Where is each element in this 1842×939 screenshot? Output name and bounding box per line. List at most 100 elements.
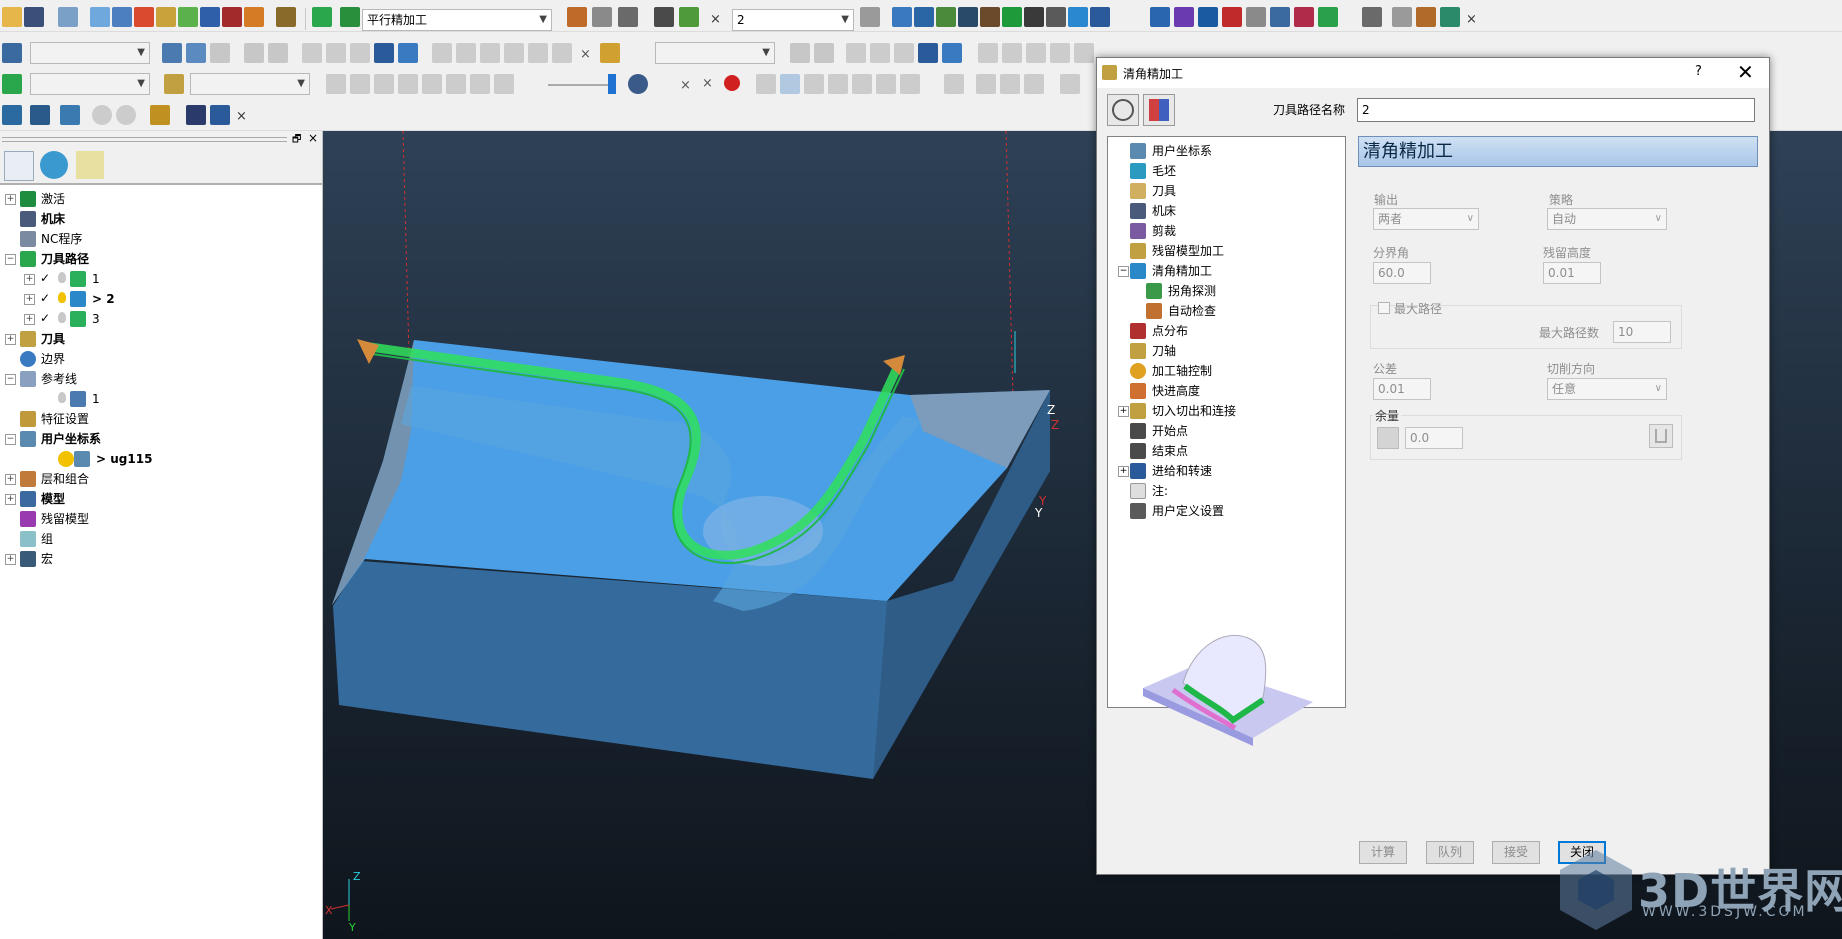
shade3-icon[interactable] xyxy=(804,74,824,94)
tool1-icon[interactable] xyxy=(978,43,998,63)
stack-icon[interactable] xyxy=(30,105,50,125)
allowance-input[interactable]: 0.0 xyxy=(1405,427,1463,449)
accept-button[interactable]: 接受 xyxy=(1492,841,1540,864)
view-top-icon[interactable] xyxy=(914,7,934,27)
fit-icon[interactable] xyxy=(1002,7,1022,27)
stock-model-icon[interactable] xyxy=(1294,7,1314,27)
strategy-selector-icon[interactable] xyxy=(340,7,360,27)
expand-icon[interactable]: + xyxy=(24,314,35,325)
pattern-combo[interactable]: ▼ xyxy=(655,42,775,64)
camera-icon[interactable] xyxy=(1060,74,1080,94)
tool1-icon[interactable] xyxy=(432,43,452,63)
tools-icon[interactable] xyxy=(552,43,572,63)
toolpath-icon[interactable] xyxy=(2,74,22,94)
undo-icon[interactable] xyxy=(1050,43,1070,63)
open-icon[interactable] xyxy=(2,7,22,27)
shade5-icon[interactable] xyxy=(852,74,872,94)
expand-icon[interactable]: + xyxy=(5,494,16,505)
bulb-icon[interactable] xyxy=(58,292,66,303)
pause-icon[interactable] xyxy=(350,74,370,94)
cancel-icon[interactable] xyxy=(116,105,136,125)
go-start-icon[interactable] xyxy=(470,74,490,94)
collapse-icon[interactable]: − xyxy=(5,374,16,385)
shape-icon[interactable] xyxy=(846,43,866,63)
tool-select-icon[interactable] xyxy=(164,74,184,94)
check-icon[interactable]: ✓ xyxy=(40,312,53,325)
view-side-icon[interactable] xyxy=(958,7,978,27)
dialog-titlebar[interactable]: 清角精加工 ? ✕ xyxy=(1097,58,1769,88)
probe-icon[interactable] xyxy=(1392,7,1412,27)
editor-icon[interactable] xyxy=(654,7,674,27)
start-point-icon[interactable] xyxy=(178,7,198,27)
shade4-icon[interactable] xyxy=(828,74,848,94)
redo-icon[interactable] xyxy=(528,43,548,63)
record-icon[interactable] xyxy=(724,75,740,91)
edit-icon[interactable] xyxy=(942,43,962,63)
shape2-icon[interactable] xyxy=(326,43,346,63)
toolpath-combo-2[interactable]: ▼ xyxy=(30,73,150,95)
crop-icon[interactable] xyxy=(918,43,938,63)
shade2-icon[interactable] xyxy=(780,74,800,94)
points-icon[interactable] xyxy=(1222,7,1242,27)
model-icon[interactable] xyxy=(58,7,78,27)
undo-icon[interactable] xyxy=(504,43,524,63)
close-button[interactable]: ✕ xyxy=(1737,60,1754,84)
shape2-icon[interactable] xyxy=(870,43,890,63)
tools-icon[interactable] xyxy=(1090,7,1110,27)
shade1-icon[interactable] xyxy=(756,74,776,94)
redo-icon[interactable] xyxy=(1074,43,1094,63)
fast-forward-icon[interactable] xyxy=(446,74,466,94)
block-icon[interactable] xyxy=(90,7,110,27)
expand-icon[interactable]: + xyxy=(5,554,16,565)
save-icon[interactable] xyxy=(24,7,44,27)
collapse-icon[interactable]: − xyxy=(5,254,16,265)
boundary-icon[interactable] xyxy=(2,43,22,63)
plane-icon[interactable] xyxy=(60,105,80,125)
speed-slider-thumb[interactable] xyxy=(608,74,616,94)
cusp-height-input[interactable]: 0.01 xyxy=(1543,262,1601,284)
crop-icon[interactable] xyxy=(374,43,394,63)
tool2-icon[interactable] xyxy=(456,43,476,63)
tool2-icon[interactable] xyxy=(1002,43,1022,63)
shade6-icon[interactable] xyxy=(876,74,896,94)
table-icon[interactable] xyxy=(1000,74,1020,94)
speed-slider[interactable] xyxy=(548,84,610,86)
calculator-icon[interactable] xyxy=(592,7,612,27)
edit-icon[interactable] xyxy=(398,43,418,63)
ruler-icon[interactable] xyxy=(618,7,638,27)
expand-icon[interactable]: + xyxy=(5,334,16,345)
stack-icon[interactable] xyxy=(860,7,880,27)
step-back-icon[interactable] xyxy=(374,74,394,94)
bulb-icon[interactable] xyxy=(58,312,66,323)
shading-icon[interactable] xyxy=(1150,7,1170,27)
open-icon[interactable] xyxy=(790,43,810,63)
curve-icon[interactable] xyxy=(1174,7,1194,27)
collapse-icon[interactable]: − xyxy=(1118,266,1129,277)
save-icon[interactable] xyxy=(186,105,206,125)
tool-icon[interactable] xyxy=(112,7,132,27)
open-icon[interactable] xyxy=(244,43,264,63)
pen-icon[interactable] xyxy=(1068,7,1088,27)
close-icon[interactable]: × xyxy=(580,47,591,62)
calculate-button[interactable]: 计算 xyxy=(1359,841,1407,864)
measure-icon[interactable] xyxy=(1362,7,1382,27)
close-icon[interactable]: × xyxy=(1466,12,1477,27)
check-icon[interactable]: ✓ xyxy=(40,272,53,285)
play-icon[interactable] xyxy=(326,74,346,94)
bulb-icon[interactable] xyxy=(58,272,66,283)
max-path-count-input[interactable]: 10 xyxy=(1613,321,1671,343)
output-select[interactable]: 两者 ∨ xyxy=(1373,208,1479,230)
shade7-icon[interactable] xyxy=(900,74,920,94)
allowance-color-button[interactable] xyxy=(1377,427,1399,449)
threshold-angle-input[interactable]: 60.0 xyxy=(1373,262,1431,284)
template-button[interactable] xyxy=(1143,94,1175,126)
calculate-icon[interactable] xyxy=(567,7,587,27)
rewind-icon[interactable] xyxy=(422,74,442,94)
align-icon[interactable] xyxy=(1270,7,1290,27)
close-icon[interactable]: × xyxy=(710,12,721,27)
expand-icon[interactable]: + xyxy=(5,194,16,205)
strategy-icon[interactable] xyxy=(312,7,332,27)
tools-icon[interactable] xyxy=(210,105,230,125)
wave-icon[interactable] xyxy=(1198,7,1218,27)
go-end-icon[interactable] xyxy=(494,74,514,94)
